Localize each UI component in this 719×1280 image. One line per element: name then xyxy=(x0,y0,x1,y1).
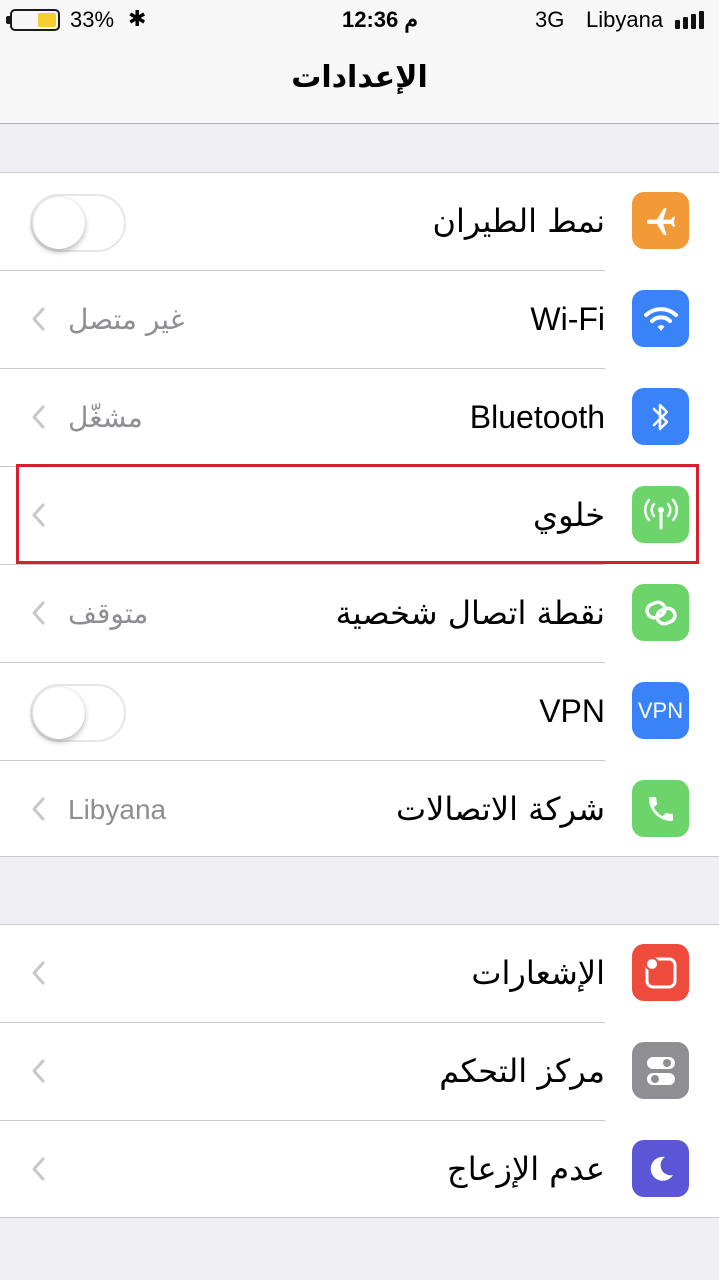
battery-percent: 33% xyxy=(70,7,115,32)
airplane-mode-toggle[interactable] xyxy=(30,194,126,252)
row-label: Wi-Fi xyxy=(530,301,605,337)
row-label: Bluetooth xyxy=(469,399,605,435)
settings-row-wifi[interactable]: Wi-Fi غير متصل xyxy=(0,271,719,369)
settings-row-vpn[interactable]: VPN VPN xyxy=(0,663,719,761)
carrier-name: Libyana xyxy=(586,7,664,32)
vpn-toggle[interactable] xyxy=(30,684,126,742)
hotspot-link-icon xyxy=(632,584,689,641)
chevron-left-icon xyxy=(32,1157,45,1181)
network-type: 3G xyxy=(535,7,565,32)
row-label: شركة الاتصالات xyxy=(396,790,605,828)
chevron-left-icon xyxy=(32,601,45,625)
signal-bars-icon xyxy=(675,11,707,29)
vpn-icon-text: VPN xyxy=(637,697,684,723)
row-label: عدم الإزعاج xyxy=(447,1150,605,1188)
navigation-bar: الإعدادات xyxy=(0,40,719,124)
row-value: Libyana xyxy=(68,794,167,825)
control-center-icon xyxy=(632,1042,689,1099)
settings-row-airplane-mode[interactable]: نمط الطيران xyxy=(0,173,719,271)
row-value: مشغّل xyxy=(68,401,143,434)
vpn-icon: VPN xyxy=(632,682,689,739)
toggle-knob xyxy=(33,197,85,249)
row-label: نقطة اتصال شخصية xyxy=(335,594,605,632)
bluetooth-icon xyxy=(632,388,689,445)
settings-row-carrier[interactable]: شركة الاتصالات Libyana xyxy=(0,761,719,859)
chevron-left-icon xyxy=(32,307,45,331)
status-bar: 33% ✱ 12:36 م 3G Libyana xyxy=(0,0,719,40)
row-label: مركز التحكم xyxy=(439,1052,605,1090)
bluetooth-status-icon: ✱ xyxy=(128,6,147,31)
clock: 12:36 م xyxy=(341,7,418,32)
row-label: VPN xyxy=(539,693,605,729)
row-value: متوقف xyxy=(68,597,149,630)
phone-icon xyxy=(632,780,689,837)
settings-row-do-not-disturb[interactable]: عدم الإزعاج xyxy=(0,1121,719,1219)
chevron-left-icon xyxy=(32,405,45,429)
chevron-left-icon xyxy=(32,797,45,821)
row-label: نمط الطيران xyxy=(432,202,605,240)
row-label: الإشعارات xyxy=(471,954,605,992)
settings-row-control-center[interactable]: مركز التحكم xyxy=(0,1023,719,1121)
highlight-box xyxy=(16,464,699,564)
toggle-knob xyxy=(33,687,85,739)
settings-group-system: الإشعارات مركز التحكم عدم الإزعاج xyxy=(0,924,719,1218)
chevron-left-icon xyxy=(32,961,45,985)
chevron-left-icon xyxy=(32,1059,45,1083)
settings-row-bluetooth[interactable]: Bluetooth مشغّل xyxy=(0,369,719,467)
settings-row-personal-hotspot[interactable]: نقطة اتصال شخصية متوقف xyxy=(0,565,719,663)
do-not-disturb-moon-icon xyxy=(632,1140,689,1197)
wifi-icon xyxy=(632,290,689,347)
row-value: غير متصل xyxy=(68,303,185,336)
notifications-icon xyxy=(632,944,689,1001)
settings-row-notifications[interactable]: الإشعارات xyxy=(0,925,719,1023)
page-title: الإعدادات xyxy=(291,60,428,95)
battery-icon xyxy=(6,9,60,31)
airplane-icon xyxy=(632,192,689,249)
